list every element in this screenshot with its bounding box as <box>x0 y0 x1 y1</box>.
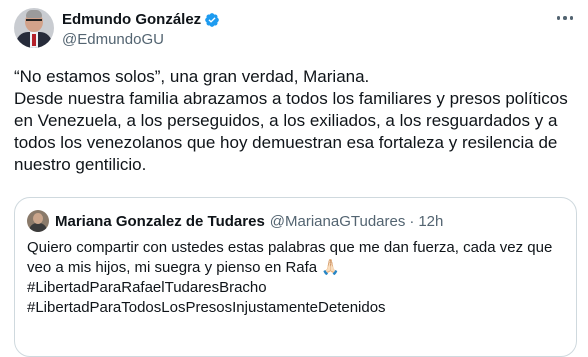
hashtag-link[interactable]: #LibertadParaRafaelTudaresBracho <box>27 278 567 298</box>
verified-badge-icon <box>205 13 220 27</box>
hashtag-link[interactable]: #LibertadParaTodosLosPresosInjustamenteD… <box>27 298 567 318</box>
quoted-tweet-text: Quiero compartir con ustedes estas palab… <box>27 238 567 318</box>
author-name-row: Edmundo González <box>62 10 220 30</box>
author-handle[interactable]: @EdmundoGU <box>62 30 164 50</box>
quoted-tweet[interactable]: Mariana Gonzalez de Tudares @MarianaGTud… <box>14 197 577 357</box>
quoted-timestamp[interactable]: 12h <box>418 213 443 230</box>
separator-dot: · <box>409 212 415 230</box>
tweet-text: “No estamos solos”, una gran verdad, Mar… <box>14 67 568 174</box>
quoted-author-name: Mariana Gonzalez de Tudares <box>55 212 265 230</box>
quoted-author-avatar[interactable] <box>27 210 49 232</box>
quoted-tweet-header: Mariana Gonzalez de Tudares @MarianaGTud… <box>27 210 443 232</box>
more-options-icon[interactable] <box>550 8 580 28</box>
quoted-text-line: Quiero compartir con ustedes estas palab… <box>27 239 553 256</box>
tweet-card: Edmundo González @EdmundoGU “No estamos … <box>0 0 588 357</box>
author-avatar[interactable] <box>14 8 54 48</box>
quoted-text-line: veo a mis hijos, mi suegra y pienso en R… <box>27 259 340 276</box>
quoted-author-handle: @MarianaGTudares <box>269 212 406 230</box>
author-display-name[interactable]: Edmundo González <box>62 10 201 30</box>
